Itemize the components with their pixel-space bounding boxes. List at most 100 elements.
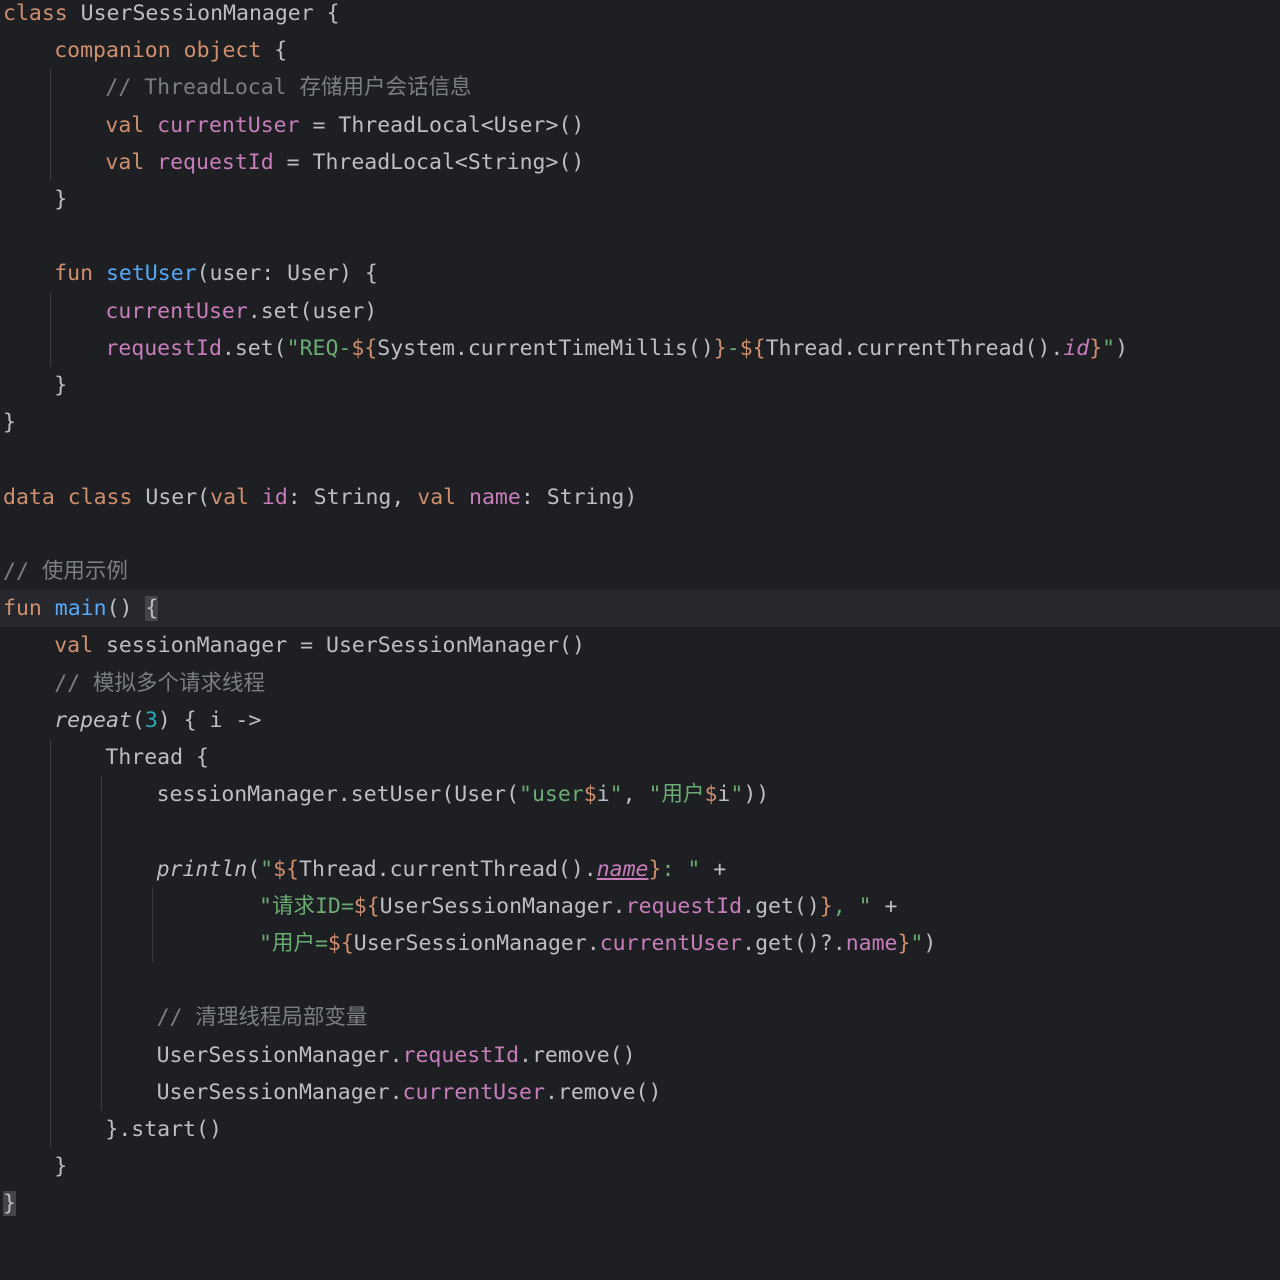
code-token: ( (131, 707, 145, 733)
code-line[interactable]: // 清理线程局部变量 (0, 999, 1280, 1036)
code-line[interactable]: } (0, 181, 1280, 218)
code-line[interactable]: println("${Thread.currentThread().name}:… (0, 851, 1280, 888)
code-token: System.currentTimeMillis() (377, 335, 714, 361)
code-token: "REQ- (286, 335, 352, 361)
code-line[interactable]: // 模拟多个请求线程 (0, 665, 1280, 702)
code-token: : String) (520, 484, 638, 510)
code-line-text: sessionManager.setUser(User("user$i", "用… (157, 776, 770, 813)
code-line-text: Thread { (105, 739, 209, 776)
code-line[interactable]: fun setUser(user: User) { (0, 255, 1280, 292)
code-token: }.start() (105, 1117, 222, 1142)
code-editor[interactable]: class UserSessionManager {companion obje… (0, 0, 1280, 1280)
code-token: } (54, 1154, 68, 1180)
code-line-text: "请求ID=${UserSessionManager.requestId.get… (259, 888, 897, 925)
code-token: currentUser (157, 112, 300, 138)
code-line-text: repeat(3) { i -> (54, 702, 261, 739)
code-line[interactable]: "用户=${UserSessionManager.currentUser.get… (0, 925, 1280, 962)
code-token: data class (3, 484, 146, 510)
code-token: .set(user) (247, 298, 378, 324)
code-token: fun (54, 261, 106, 287)
code-token: val (54, 633, 106, 659)
code-token: " (1102, 335, 1116, 361)
code-token: " (609, 782, 623, 808)
code-line[interactable]: } (0, 404, 1280, 441)
code-line-text: val requestId = ThreadLocal<String>() (105, 144, 584, 181)
code-line-text: val currentUser = ThreadLocal<User>() (105, 107, 584, 144)
code-line[interactable]: } (0, 1185, 1280, 1222)
code-line-text: // 使用示例 (3, 553, 128, 590)
code-line[interactable]: Thread { (0, 739, 1280, 776)
code-token: User( (145, 484, 211, 510)
code-line-text: val sessionManager = UserSessionManager(… (54, 627, 585, 664)
code-token: val (105, 112, 158, 138)
code-line-text: "用户=${UserSessionManager.currentUser.get… (259, 925, 936, 962)
code-line-text: // ThreadLocal 存储用户会话信息 (105, 69, 471, 106)
code-token: , " (832, 893, 872, 919)
code-token: sessionManager = UserSessionManager() (105, 633, 585, 659)
code-token: ) (1115, 335, 1129, 361)
code-token: ${ (327, 931, 354, 956)
code-line-text: companion object { (54, 32, 287, 69)
code-line[interactable]: // 使用示例 (0, 553, 1280, 590)
code-line-text: }.start() (105, 1111, 222, 1148)
code-token: companion object (54, 38, 275, 64)
code-line[interactable]: // ThreadLocal 存储用户会话信息 (0, 69, 1280, 106)
code-token: = ThreadLocal<String>() (273, 149, 585, 175)
code-token: main (54, 596, 107, 622)
code-token: name (845, 931, 898, 956)
code-token: } (54, 187, 68, 212)
code-token: // 模拟多个请求线程 (54, 670, 266, 696)
code-token: UserSessionManager. (379, 893, 626, 919)
code-line[interactable]: repeat(3) { i -> (0, 702, 1280, 739)
code-token: () (106, 596, 146, 622)
code-token: setUser (105, 261, 197, 287)
code-token: class (3, 1, 81, 26)
code-token: UserSessionManager. (353, 931, 600, 956)
code-line[interactable]: UserSessionManager.currentUser.remove() (0, 1074, 1280, 1111)
code-line[interactable]: sessionManager.setUser(User("user$i", "用… (0, 776, 1280, 813)
code-token: repeat (54, 707, 132, 733)
code-line-text: data class User(val id: String, val name… (3, 479, 637, 516)
code-line[interactable]: "请求ID=${UserSessionManager.requestId.get… (0, 888, 1280, 925)
code-token: val (417, 484, 470, 510)
code-token: } (3, 410, 16, 436)
code-token: - (726, 335, 740, 361)
code-line[interactable]: val currentUser = ThreadLocal<User>() (0, 107, 1280, 144)
code-token: { (145, 596, 159, 622)
code-token: UserSessionManager { (80, 1, 340, 26)
code-line[interactable]: UserSessionManager.requestId.remove() (0, 1037, 1280, 1074)
code-token: .remove() (544, 1079, 662, 1105)
code-token: = ThreadLocal<User>() (299, 112, 585, 138)
code-token: "用户 (648, 782, 705, 808)
code-line-text: currentUser.set(user) (105, 293, 377, 330)
code-token: // ThreadLocal 存储用户会话信息 (105, 75, 472, 101)
code-line-text: } (3, 1185, 16, 1222)
code-token: .get() (742, 893, 820, 919)
code-token: "用户= (259, 931, 328, 956)
code-line[interactable]: } (0, 1148, 1280, 1185)
code-token: UserSessionManager. (156, 1042, 403, 1068)
code-token: + (700, 856, 727, 882)
code-line[interactable]: class UserSessionManager { (0, 0, 1280, 32)
code-token: $ (704, 782, 718, 808)
code-line[interactable]: currentUser.set(user) (0, 293, 1280, 330)
code-line[interactable]: } (0, 367, 1280, 404)
code-token: " (260, 856, 274, 882)
code-line[interactable]: requestId.set("REQ-${System.currentTimeM… (0, 330, 1280, 367)
code-line[interactable]: val requestId = ThreadLocal<String>() (0, 144, 1280, 181)
code-token: } (819, 893, 833, 919)
code-line-text: UserSessionManager.currentUser.remove() (157, 1074, 662, 1111)
code-line[interactable]: }.start() (0, 1111, 1280, 1148)
code-token: } (897, 931, 911, 956)
code-line[interactable]: companion object { (0, 32, 1280, 69)
code-line[interactable]: fun main() { (0, 590, 1280, 628)
code-token: // 清理线程局部变量 (156, 1005, 368, 1031)
code-token: requestId (105, 335, 222, 361)
code-line[interactable]: data class User(val id: String, val name… (0, 479, 1280, 516)
code-token: currentUser (599, 931, 743, 956)
code-token: $ (583, 782, 597, 808)
code-line-text: // 模拟多个请求线程 (54, 665, 265, 702)
code-token: requestId (402, 1042, 520, 1068)
code-line[interactable]: val sessionManager = UserSessionManager(… (0, 627, 1280, 664)
code-token: } (1089, 335, 1103, 361)
